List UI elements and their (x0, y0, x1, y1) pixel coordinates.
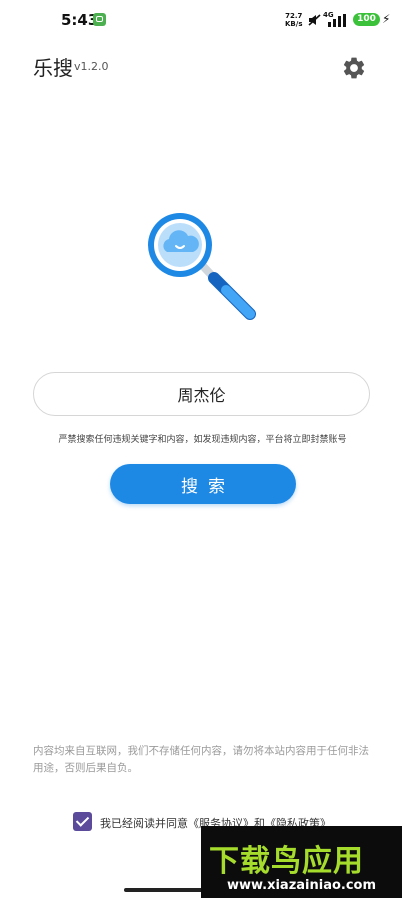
status-icons: 4G 100 ⚡ (308, 11, 398, 28)
signal-icon (328, 14, 346, 27)
search-notice: 严禁搜索任何违规关键字和内容，如发现违规内容，平台将立即封禁账号 (58, 435, 347, 445)
battery-indicator: 100 (353, 13, 380, 26)
magnifier-cloud-illustration (148, 213, 256, 320)
network-speed-value: 72.7 (285, 12, 303, 20)
watermark-url: www.xiazainiao.com (226, 878, 377, 893)
status-bar: 5:43 72.7 KB/s 4G 100 ⚡ (0, 0, 405, 40)
settings-gear-icon[interactable] (341, 55, 367, 81)
watermark-title: 下载鸟应用 (209, 844, 364, 879)
charging-icon: ⚡ (382, 12, 391, 26)
search-button[interactable]: 搜索 (110, 464, 296, 504)
app-version: v1.2.0 (74, 60, 109, 73)
notification-app-icon (93, 13, 106, 26)
network-speed-unit: KB/s (285, 20, 303, 28)
network-speed: 72.7 KB/s (285, 12, 302, 28)
mute-icon (308, 14, 321, 26)
watermark-banner: 下载鸟应用 www.xiazainiao.com (201, 826, 402, 898)
disclaimer-text: 内容均来自互联网，我们不存储任何内容，请勿将本站内容用于任何非法用途，否则后果自… (33, 745, 369, 774)
app-title: 乐搜 (33, 56, 73, 80)
agreement-checkbox[interactable] (73, 812, 92, 831)
search-input[interactable] (33, 372, 370, 416)
